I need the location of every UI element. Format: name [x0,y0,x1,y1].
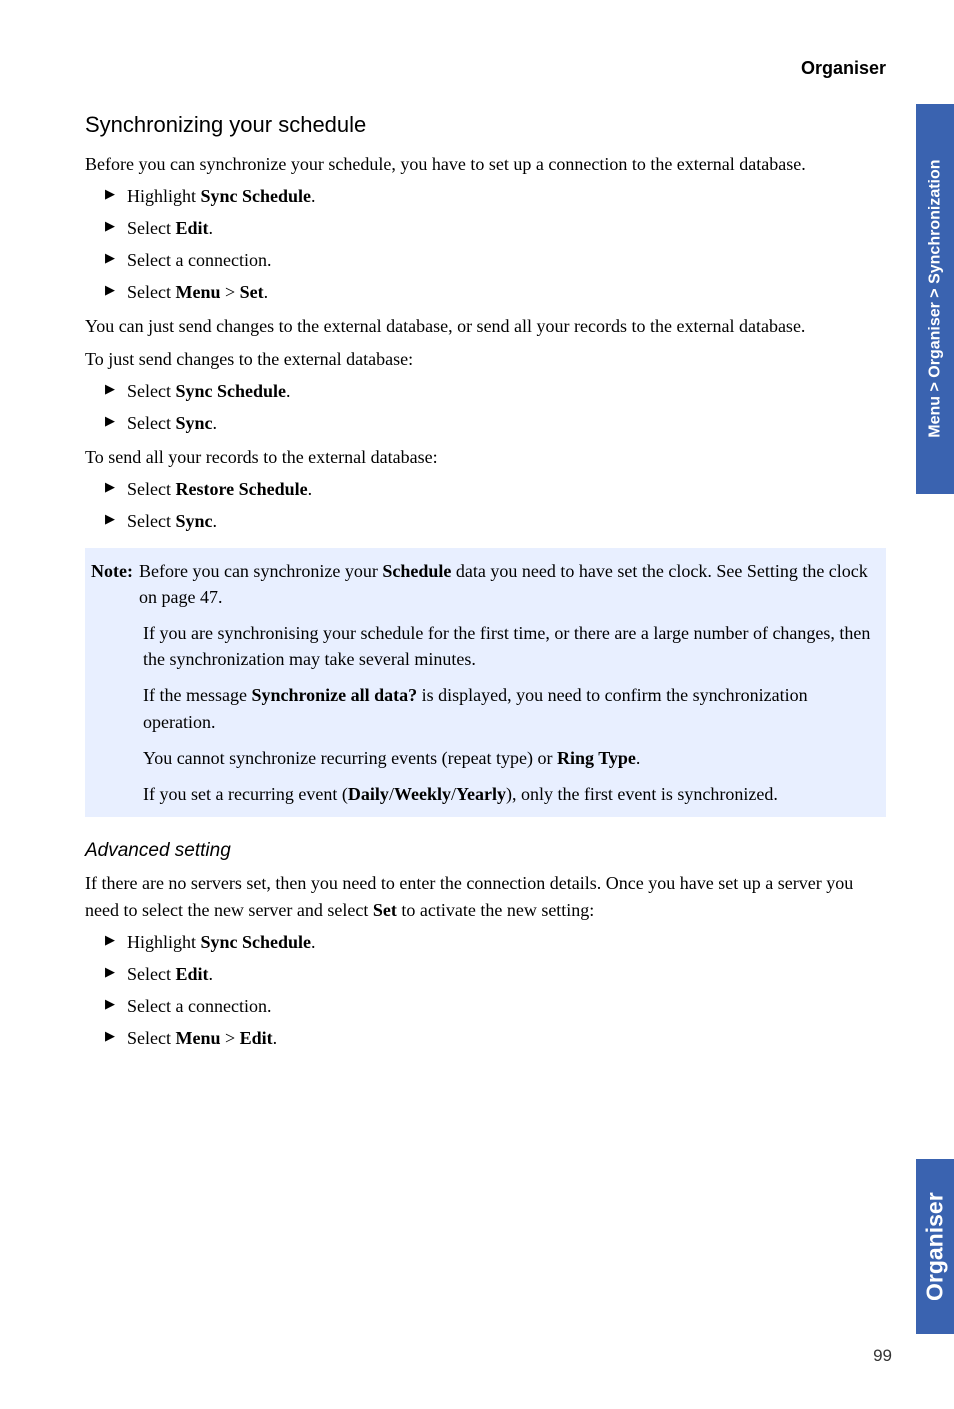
step-text: Select [127,282,175,302]
step-text: . [213,511,218,531]
step-bold: Sync [175,511,212,531]
step-text: Select [127,479,175,499]
step-text: . [308,479,313,499]
note-bold: Ring Type [557,748,636,768]
step-text: . [273,1028,278,1048]
side-tab-chapter: Organiser [916,1159,954,1334]
steps-send-all: Select Restore Schedule. Select Sync. [105,476,886,534]
step-text: Select [127,381,175,401]
list-item: Select Sync. [105,410,886,436]
list-item: Select Sync. [105,508,886,534]
list-item: Select Menu > Edit. [105,1025,886,1051]
note-text: If the message [143,685,251,705]
step-bold: Menu [175,1028,220,1048]
list-item: Select Restore Schedule. [105,476,886,502]
note-paragraph: You cannot synchronize recurring events … [143,745,880,771]
list-item: Select Menu > Set. [105,279,886,305]
step-text: Select [127,218,175,238]
page-number: 99 [873,1344,892,1369]
body-paragraph: If there are no servers set, then you ne… [85,870,886,922]
step-text: . [209,964,214,984]
note-text: . [636,748,641,768]
paragraph-bold: Set [373,900,397,920]
note-paragraph: If the message Synchronize all data? is … [143,682,880,734]
step-text: . [209,218,214,238]
step-text: Select a connection. [127,250,271,270]
step-bold: Edit [175,218,208,238]
step-bold: Sync Schedule [201,186,312,206]
note-text: ), only the first event is synchronized. [506,784,778,804]
body-paragraph: To send all your records to the external… [85,444,886,470]
step-bold: Sync Schedule [175,381,286,401]
step-bold: Sync [175,413,212,433]
step-text: Select [127,964,175,984]
note-paragraph: If you set a recurring event (Daily/Week… [143,781,880,807]
note-paragraph: Before you can synchronize your Schedule… [139,558,880,610]
body-paragraph: You can just send changes to the externa… [85,313,886,339]
step-text: . [311,932,316,952]
note-text: Before you can synchronize your [139,561,382,581]
step-bold: Edit [175,964,208,984]
note-bold: Weekly [394,784,451,804]
list-item: Select a connection. [105,247,886,273]
step-bold: Menu [175,282,220,302]
steps-setup-connection: Highlight Sync Schedule. Select Edit. Se… [105,183,886,305]
step-bold: Set [240,282,264,302]
note-bold: Yearly [456,784,506,804]
list-item: Highlight Sync Schedule. [105,929,886,955]
list-item: Select Edit. [105,215,886,241]
step-bold: Restore Schedule [175,479,307,499]
side-tab-breadcrumb: Menu > Organiser > Synchronization [916,104,954,494]
note-bold: Synchronize all data? [251,685,417,705]
note-bold: Daily [348,784,389,804]
note-paragraph: If you are synchronising your schedule f… [143,620,880,672]
step-text: > [220,282,239,302]
page-header-title: Organiser [85,55,886,81]
step-text: > [220,1028,239,1048]
list-item: Select Edit. [105,961,886,987]
step-bold: Sync Schedule [201,932,312,952]
step-text: Select [127,413,175,433]
list-item: Select Sync Schedule. [105,378,886,404]
step-text: Select [127,511,175,531]
step-text: . [286,381,291,401]
step-text: Select a connection. [127,996,271,1016]
body-paragraph: To just send changes to the external dat… [85,346,886,372]
step- -text: . [264,282,269,302]
subsection-heading-advanced: Advanced setting [85,837,886,865]
section-heading-sync: Synchronizing your schedule [85,109,886,141]
step-text: Select [127,1028,175,1048]
list-item: Highlight Sync Schedule. [105,183,886,209]
step-bold: Edit [240,1028,273,1048]
intro-paragraph: Before you can synchronize your schedule… [85,151,886,177]
note-text: If you set a recurring event ( [143,784,348,804]
step-text: . [311,186,316,206]
note-bold: Schedule [382,561,451,581]
note-label: Note: [91,558,139,610]
step-text: Highlight [127,932,201,952]
chapter-text: Organiser [918,1192,951,1301]
step-text: . [213,413,218,433]
note-box: Note: Before you can synchronize your Sc… [85,548,886,817]
list-item: Select a connection. [105,993,886,1019]
paragraph-text: to activate the new setting: [397,900,594,920]
step-text: Highlight [127,186,201,206]
note-text: You cannot synchronize recurring events … [143,748,557,768]
breadcrumb-text: Menu > Organiser > Synchronization [923,160,946,438]
steps-advanced: Highlight Sync Schedule. Select Edit. Se… [105,929,886,1051]
steps-send-changes: Select Sync Schedule. Select Sync. [105,378,886,436]
